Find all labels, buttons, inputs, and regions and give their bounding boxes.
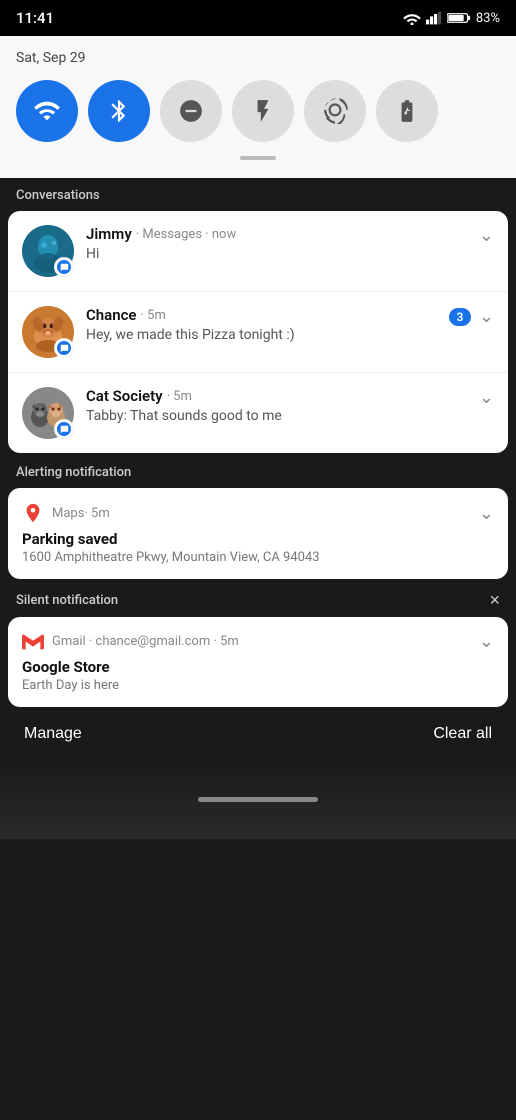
silent-label: Silent notification	[16, 593, 118, 608]
jimmy-content: Jimmy · Messages · now Hi	[86, 225, 479, 262]
battery-icon	[447, 11, 471, 25]
status-bar: 11:41 83%	[0, 0, 516, 36]
alerting-notification-card[interactable]: Maps· 5m ⌄ Parking saved 1600 Amphitheat…	[8, 488, 508, 579]
home-pill	[198, 797, 318, 802]
messages-badge-cat	[54, 419, 74, 439]
alerting-top-row: Maps· 5m ⌄	[22, 502, 494, 524]
manage-button[interactable]: Manage	[24, 725, 82, 743]
gmail-app-name: Gmail · chance@gmail.com · 5m	[52, 634, 239, 649]
silent-notification-card[interactable]: Gmail · chance@gmail.com · 5m ⌄ Google S…	[8, 617, 508, 707]
bottom-bar: Manage Clear all	[0, 709, 516, 759]
battery-saver-tile[interactable]	[376, 80, 438, 142]
bluetooth-tile[interactable]	[88, 80, 150, 142]
drag-handle	[240, 156, 276, 160]
cat-society-message: Tabby: That sounds good to me	[86, 408, 479, 424]
status-time: 11:41	[16, 9, 54, 27]
gmail-title: Google Store	[22, 658, 494, 676]
cat-actions: ⌄	[479, 387, 494, 408]
gmail-top-row: Gmail · chance@gmail.com · 5m ⌄	[22, 631, 494, 652]
quick-tiles	[16, 80, 500, 142]
avatar-chance	[22, 306, 74, 358]
autorotate-tile[interactable]	[304, 80, 366, 142]
jimmy-actions: ⌄	[479, 225, 494, 246]
chance-content: Chance · 5m Hey, we made this Pizza toni…	[86, 306, 449, 343]
maps-app-name: Maps· 5m	[52, 506, 110, 521]
gmail-body: Earth Day is here	[22, 678, 494, 693]
clear-all-button[interactable]: Clear all	[433, 725, 492, 743]
gmail-icon	[22, 633, 44, 651]
dnd-tile[interactable]	[160, 80, 222, 142]
alerting-body: 1600 Amphitheatre Pkwy, Mountain View, C…	[22, 550, 494, 565]
conversations-card: Jimmy · Messages · now Hi ⌄	[8, 211, 508, 453]
jimmy-message: Hi	[86, 246, 479, 262]
alerting-label: Alerting notification	[16, 465, 131, 480]
cat-society-name: Cat Society	[86, 387, 163, 405]
conversation-jimmy[interactable]: Jimmy · Messages · now Hi ⌄	[8, 211, 508, 292]
chance-badge: 3	[449, 308, 471, 326]
cat-chevron[interactable]: ⌄	[479, 387, 494, 408]
cat-society-content: Cat Society · 5m Tabby: That sounds good…	[86, 387, 479, 424]
status-icons: 83%	[403, 11, 500, 26]
jimmy-name: Jimmy	[86, 225, 132, 243]
maps-icon	[22, 502, 44, 524]
conversations-section-header: Conversations	[0, 178, 516, 211]
date-label: Sat, Sep 29	[16, 50, 500, 66]
avatar-jimmy	[22, 225, 74, 277]
battery-percent: 83%	[476, 11, 500, 26]
messages-badge-jimmy	[54, 257, 74, 277]
conversations-label: Conversations	[16, 188, 100, 203]
chance-meta: · 5m	[141, 308, 166, 323]
conversation-cat-society[interactable]: Cat Society · 5m Tabby: That sounds good…	[8, 373, 508, 453]
bottom-blur-area	[0, 759, 516, 839]
alerting-title: Parking saved	[22, 530, 494, 548]
wifi-tile[interactable]	[16, 80, 78, 142]
chance-message: Hey, we made this Pizza tonight :)	[86, 327, 449, 343]
alerting-section-header: Alerting notification	[0, 455, 516, 488]
chance-name: Chance	[86, 306, 137, 324]
flashlight-tile[interactable]	[232, 80, 294, 142]
signal-icon	[426, 11, 442, 25]
silent-section-header: Silent notification ×	[0, 581, 516, 617]
avatar-cat	[22, 387, 74, 439]
jimmy-chevron[interactable]: ⌄	[479, 225, 494, 246]
messages-badge-chance	[54, 338, 74, 358]
silent-chevron[interactable]: ⌄	[479, 631, 494, 652]
cat-society-meta: · 5m	[167, 389, 192, 404]
jimmy-meta: · Messages · now	[136, 227, 236, 242]
silent-close-button[interactable]: ×	[489, 591, 500, 609]
chance-chevron[interactable]: ⌄	[479, 306, 494, 327]
conversation-chance[interactable]: Chance · 5m Hey, we made this Pizza toni…	[8, 292, 508, 373]
alerting-chevron[interactable]: ⌄	[479, 503, 494, 524]
chance-actions: 3 ⌄	[449, 306, 494, 327]
quick-settings-panel: Sat, Sep 29	[0, 36, 516, 178]
wifi-icon	[403, 11, 421, 25]
